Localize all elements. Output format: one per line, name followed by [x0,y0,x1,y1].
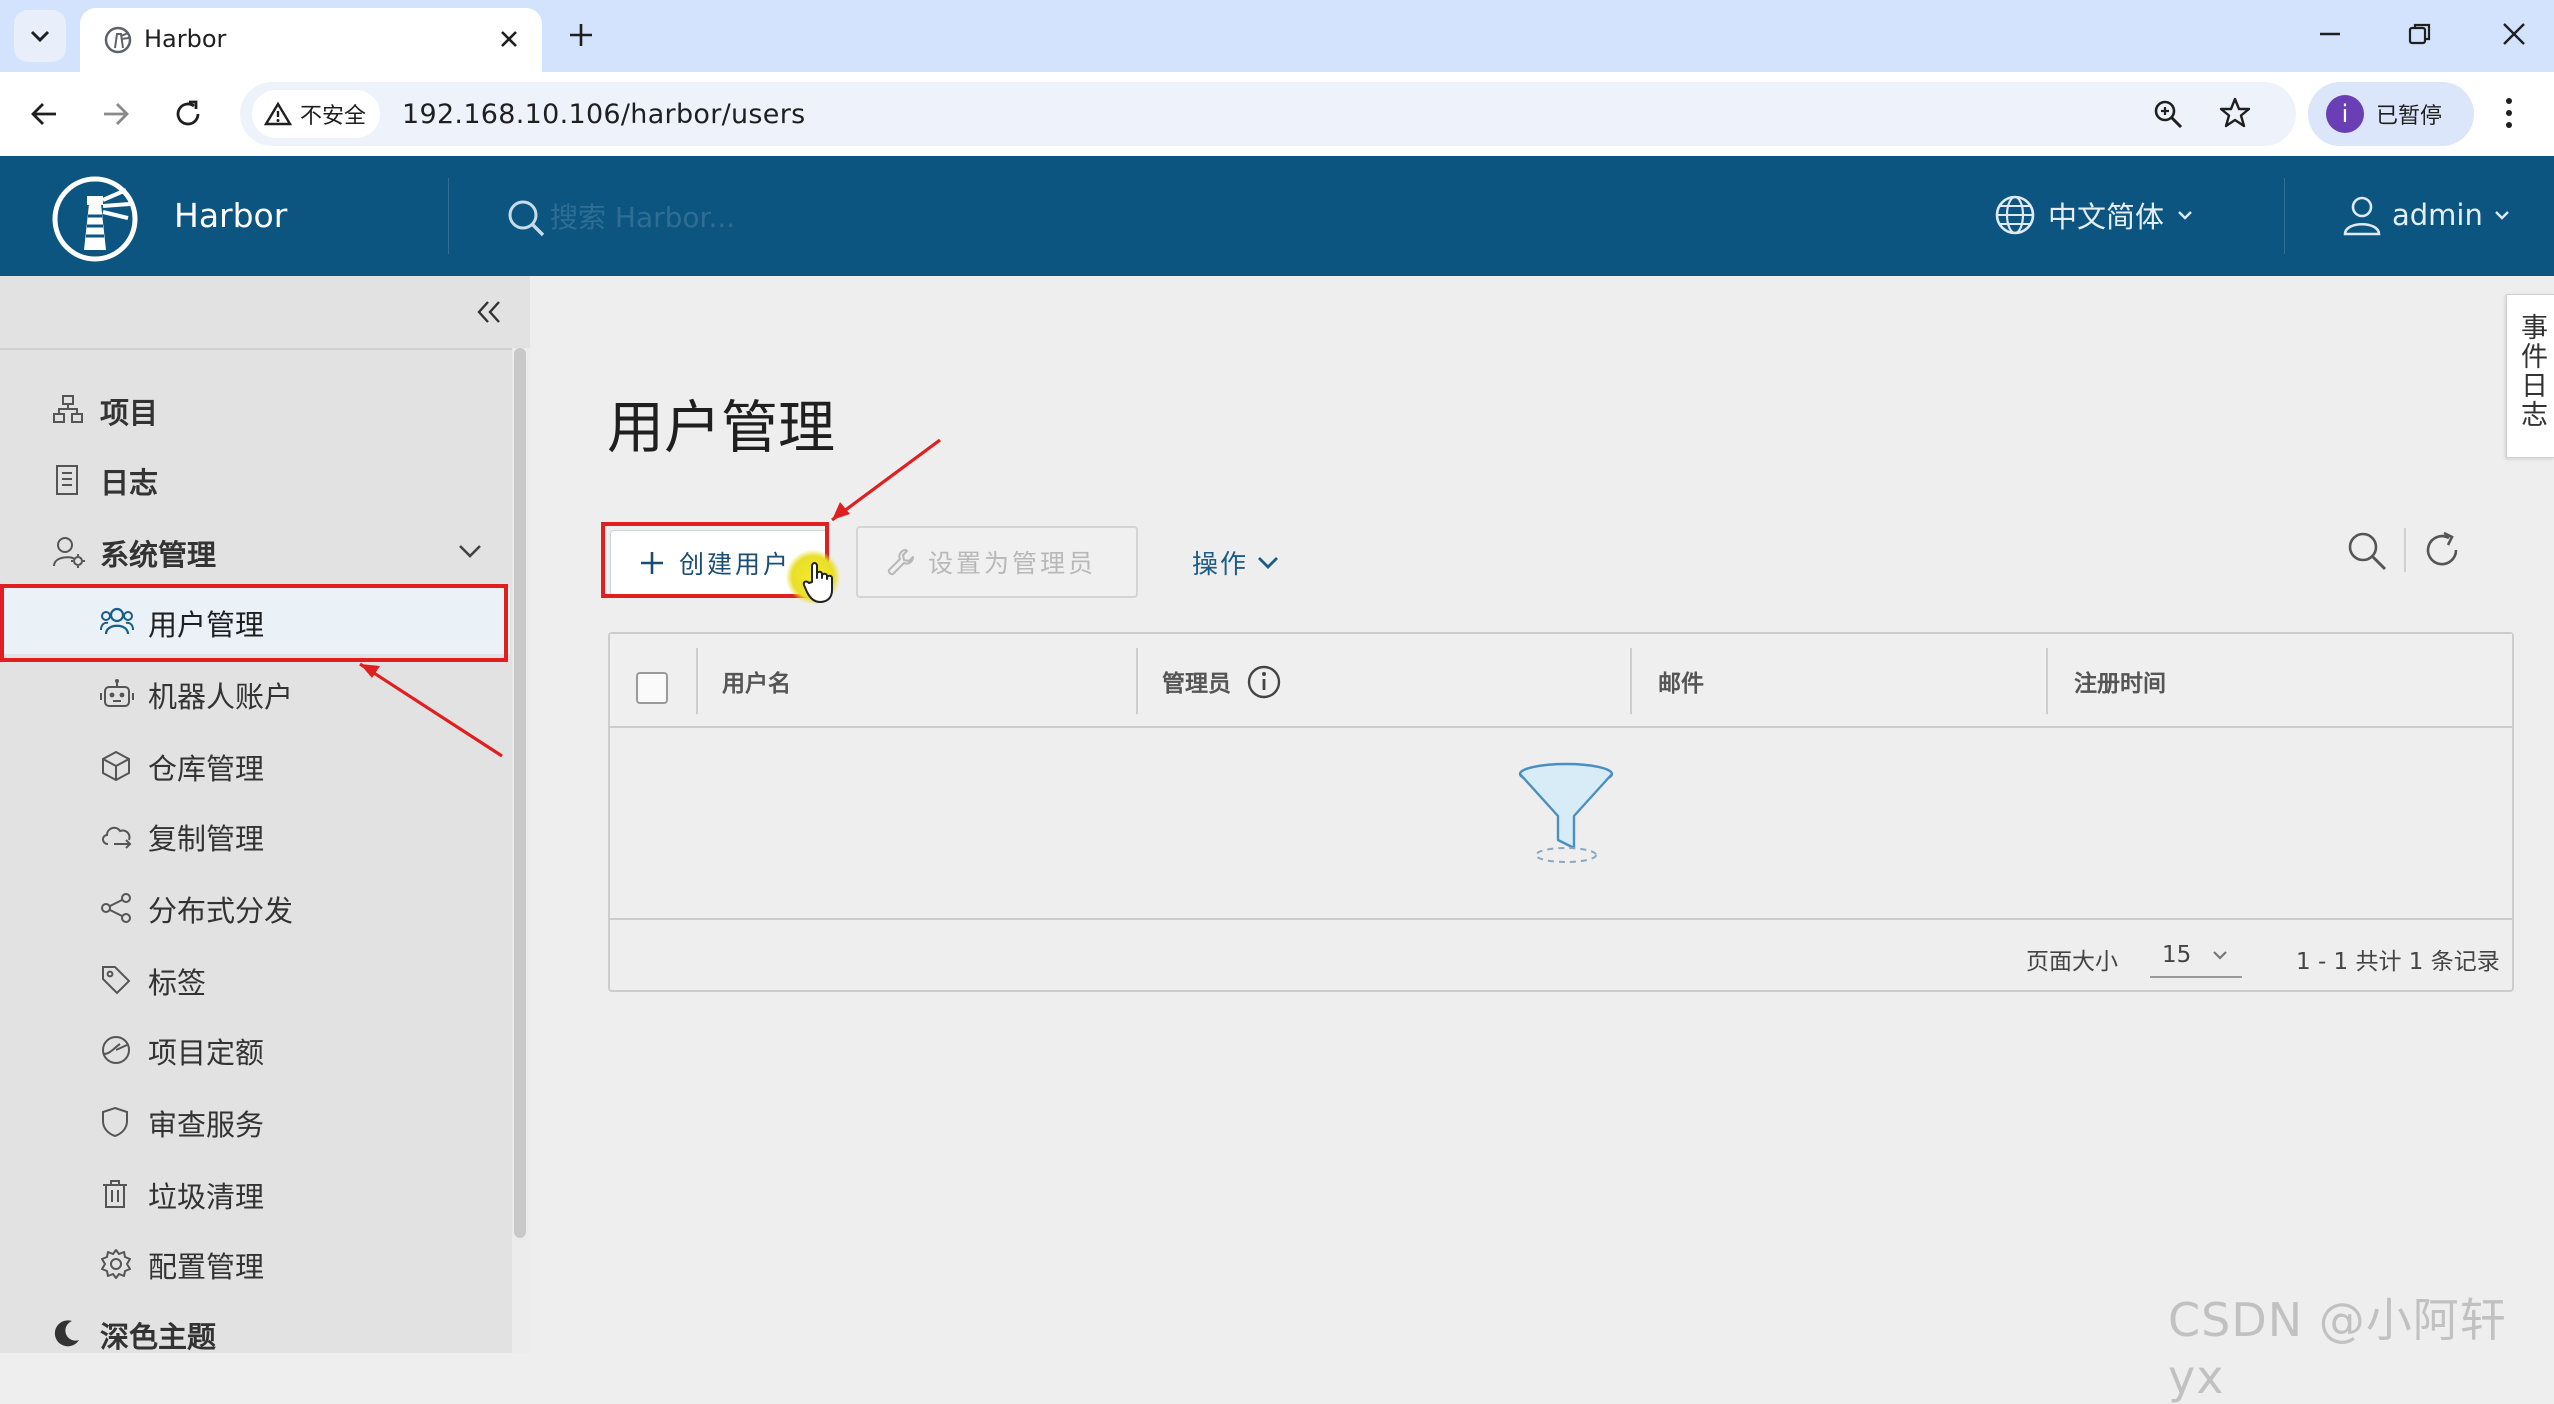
event-log-tab[interactable]: 事件日志 [2506,294,2554,458]
event-log-label: 事件日志 [2516,313,2547,429]
annotation-arrow-to-create-button [831,438,941,522]
annotation-arrow-to-sidebar-item [359,662,503,758]
watermark: CSDN @小阿轩yx [2168,1293,2507,1404]
annotation-arrows [359,438,941,758]
